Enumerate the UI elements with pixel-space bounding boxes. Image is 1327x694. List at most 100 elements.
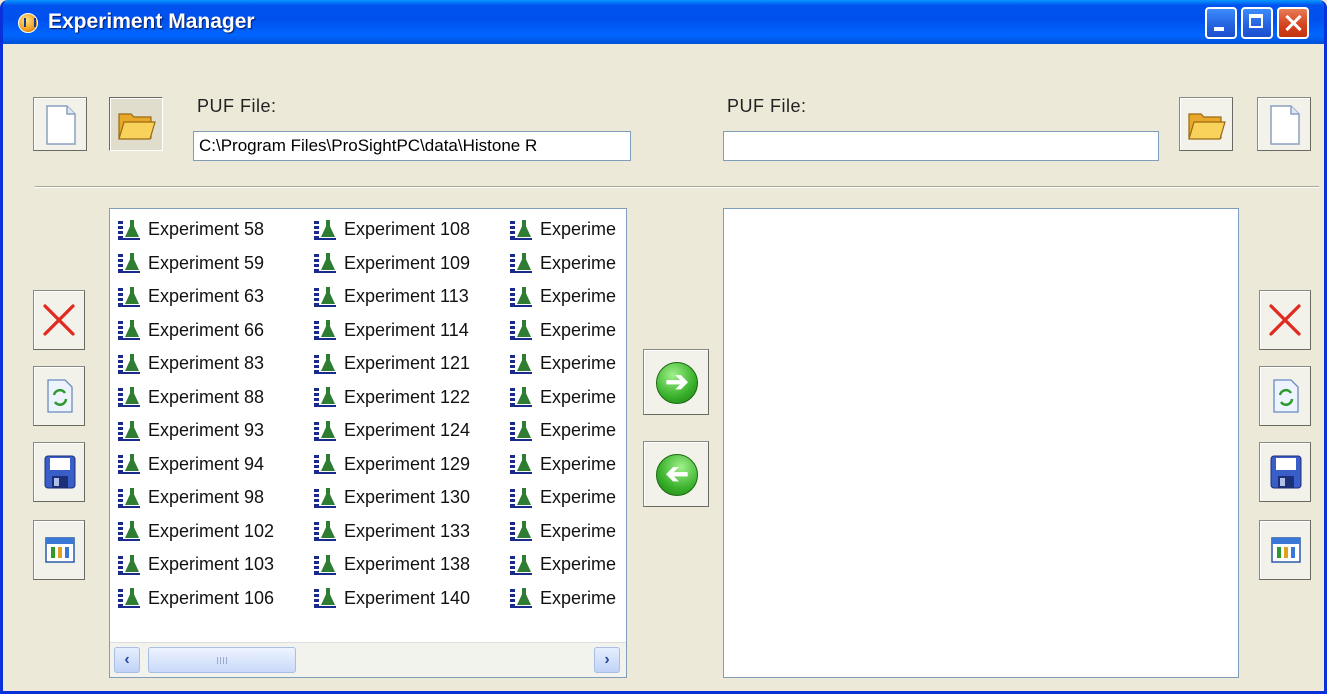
list-column-1: Experiment 58 Experiment 59 Experiment 6…	[114, 213, 274, 615]
list-item[interactable]: Experiment 103	[114, 548, 274, 582]
minimize-button[interactable]	[1205, 7, 1237, 39]
list-item[interactable]: Experiment 124	[310, 414, 470, 448]
right-delete-button[interactable]	[1259, 290, 1311, 350]
right-puf-label: PUF File:	[727, 96, 807, 116]
experiment-icon	[310, 319, 340, 341]
list-item[interactable]: Experime	[506, 548, 616, 582]
left-delete-button[interactable]	[33, 290, 85, 350]
experiment-icon	[114, 386, 144, 408]
experiment-icon	[310, 587, 340, 609]
move-left-button[interactable]: ➔	[643, 441, 709, 507]
experiment-icon	[506, 219, 536, 241]
open-folder-icon	[118, 113, 156, 140]
table-grid-icon	[45, 537, 75, 563]
scrollbar-thumb[interactable]	[148, 647, 296, 673]
experiment-icon	[506, 554, 536, 576]
list-item[interactable]: Experiment 102	[114, 515, 274, 549]
refresh-document-icon	[47, 379, 73, 413]
list-column-2: Experiment 108 Experiment 109 Experiment…	[310, 213, 470, 615]
list-column-3: Experime Experime Experime Experime Expe…	[506, 213, 616, 615]
left-puf-path-field[interactable]: C:\Program Files\ProSightPC\data\Histone…	[193, 131, 631, 161]
title-bar[interactable]: Experiment Manager	[3, 0, 1324, 44]
experiment-icon	[506, 252, 536, 274]
arrow-left-icon: ‹	[124, 651, 130, 668]
list-item[interactable]: Experiment 93	[114, 414, 274, 448]
list-item[interactable]: Experiment 63	[114, 280, 274, 314]
experiment-icon	[114, 219, 144, 241]
right-experiment-list[interactable]	[723, 208, 1239, 678]
delete-x-icon	[43, 304, 75, 336]
list-item[interactable]: Experiment 94	[114, 448, 274, 482]
list-item[interactable]: Experiment 113	[310, 280, 470, 314]
list-item[interactable]: Experiment 109	[310, 247, 470, 281]
new-document-icon	[46, 105, 76, 145]
experiment-icon	[310, 554, 340, 576]
experiment-icon	[310, 420, 340, 442]
scroll-right-button[interactable]: ›	[594, 647, 620, 673]
right-table-view-button[interactable]	[1259, 520, 1311, 580]
save-disk-icon	[44, 455, 76, 489]
list-item[interactable]: Experiment 58	[114, 213, 274, 247]
left-save-button[interactable]	[33, 442, 85, 502]
list-item[interactable]: Experiment 66	[114, 314, 274, 348]
list-item[interactable]: Experiment 106	[114, 582, 274, 616]
list-item[interactable]: Experiment 140	[310, 582, 470, 616]
list-item[interactable]: Experime	[506, 515, 616, 549]
experiment-icon	[114, 487, 144, 509]
open-folder-icon	[1188, 113, 1226, 140]
list-item[interactable]: Experime	[506, 314, 616, 348]
right-puf-path-field[interactable]	[723, 131, 1159, 161]
list-item[interactable]: Experiment 83	[114, 347, 274, 381]
table-grid-icon	[1271, 537, 1301, 563]
left-refresh-button[interactable]	[33, 366, 85, 426]
list-item[interactable]: Experiment 138	[310, 548, 470, 582]
left-experiment-list[interactable]: Experiment 58 Experiment 59 Experiment 6…	[109, 208, 627, 678]
experiment-icon	[506, 319, 536, 341]
experiment-icon	[114, 420, 144, 442]
experiment-icon	[114, 353, 144, 375]
list-item[interactable]: Experiment 130	[310, 481, 470, 515]
list-item[interactable]: Experiment 98	[114, 481, 274, 515]
delete-x-icon	[1269, 304, 1301, 336]
experiment-icon	[506, 520, 536, 542]
experiment-icon	[310, 386, 340, 408]
list-item[interactable]: Experiment 133	[310, 515, 470, 549]
experiment-icon	[310, 286, 340, 308]
experiment-icon	[506, 453, 536, 475]
list-item[interactable]: Experiment 129	[310, 448, 470, 482]
right-open-file-button[interactable]	[1179, 97, 1233, 151]
list-item[interactable]: Experiment 114	[310, 314, 470, 348]
list-item[interactable]: Experime	[506, 414, 616, 448]
horizontal-scrollbar[interactable]: ‹ ›	[110, 642, 626, 677]
separator	[35, 186, 1319, 188]
left-puf-label: PUF File:	[197, 96, 277, 116]
list-item[interactable]: Experime	[506, 481, 616, 515]
list-item[interactable]: Experiment 88	[114, 381, 274, 415]
experiment-manager-window: Experiment Manager PUF File: C:\Program …	[0, 0, 1327, 694]
close-button[interactable]	[1277, 7, 1309, 39]
list-item[interactable]: Experiment 121	[310, 347, 470, 381]
list-item[interactable]: Experime	[506, 347, 616, 381]
list-item[interactable]: Experime	[506, 280, 616, 314]
list-item[interactable]: Experiment 122	[310, 381, 470, 415]
list-item[interactable]: Experime	[506, 381, 616, 415]
right-save-button[interactable]	[1259, 442, 1311, 502]
list-item[interactable]: Experime	[506, 582, 616, 616]
experiment-icon	[506, 420, 536, 442]
right-new-file-button[interactable]	[1257, 97, 1311, 151]
experiment-icon	[506, 286, 536, 308]
list-item[interactable]: Experiment 59	[114, 247, 274, 281]
list-item[interactable]: Experiment 108	[310, 213, 470, 247]
list-item[interactable]: Experime	[506, 448, 616, 482]
list-item[interactable]: Experime	[506, 213, 616, 247]
scroll-left-button[interactable]: ‹	[114, 647, 140, 673]
maximize-button[interactable]	[1241, 7, 1273, 39]
list-item[interactable]: Experime	[506, 247, 616, 281]
left-open-file-button[interactable]	[109, 97, 163, 151]
right-refresh-button[interactable]	[1259, 366, 1311, 426]
arrow-right-circle-icon: ➔	[656, 362, 698, 404]
left-table-view-button[interactable]	[33, 520, 85, 580]
move-right-button[interactable]: ➔	[643, 349, 709, 415]
left-new-file-button[interactable]	[33, 97, 87, 151]
experiment-icon	[114, 453, 144, 475]
